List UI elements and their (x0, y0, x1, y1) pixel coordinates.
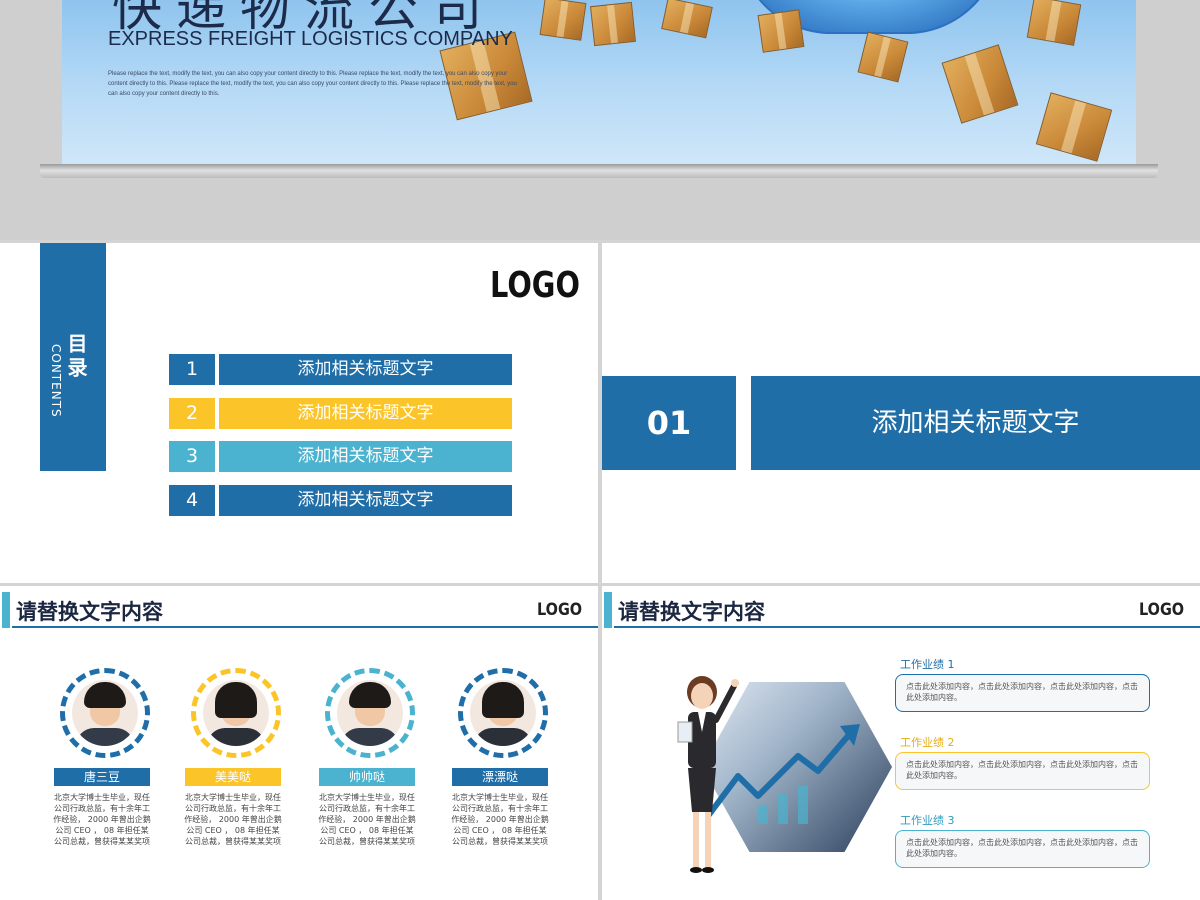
performance-label: 工作业绩 3 (900, 814, 955, 827)
package-box-graphic (1035, 92, 1113, 162)
banner-base-shadow (40, 164, 1158, 178)
banner-image: 快递物流公司 EXPRESS FREIGHT LOGISTICS COMPANY… (62, 0, 1136, 164)
member-description: 北京大学博士生毕业，现任公司行政总监，有十余年工作经验， 2000 年曾出企鹅公… (53, 793, 151, 846)
contents-slide: 目录 CONTENTS LOGO 1 添加相关标题文字 2 添加相关标题文字 3… (0, 243, 598, 583)
avatar (470, 680, 536, 746)
performance-textbox[interactable]: 点击此处添加内容，点击此处添加内容，点击此处添加内容，点击此处添加内容。 (895, 674, 1150, 712)
section-slide: 01 添加相关标题文字 (602, 243, 1200, 583)
logo: LOGO (1138, 600, 1184, 620)
slide-title: 请替换文字内容 (618, 600, 765, 624)
package-box-graphic (590, 1, 636, 47)
section-title: 添加相关标题文字 (751, 376, 1200, 470)
toc-item[interactable]: 添加相关标题文字 (219, 441, 512, 472)
package-box-graphic (1026, 0, 1082, 46)
section-number: 01 (602, 376, 736, 470)
package-box-graphic (661, 0, 713, 39)
performance-textbox[interactable]: 点击此处添加内容，点击此处添加内容，点击此处添加内容，点击此处添加内容。 (895, 830, 1150, 868)
logo: LOGO (490, 265, 580, 306)
performance-textbox[interactable]: 点击此处添加内容，点击此处添加内容，点击此处添加内容，点击此处添加内容。 (895, 752, 1150, 790)
toc-item[interactable]: 添加相关标题文字 (219, 354, 512, 385)
toc-item[interactable]: 添加相关标题文字 (219, 398, 512, 429)
package-box-graphic (941, 44, 1019, 124)
banner-subtitle: EXPRESS FREIGHT LOGISTICS COMPANY (108, 28, 513, 50)
performance-slide: 请替换文字内容 LOGO 工作业绩 1 点击此处添加内容，点击此处添加内容，点击… (602, 586, 1200, 900)
performance-label: 工作业绩 1 (900, 658, 955, 671)
avatar (337, 680, 403, 746)
package-box-graphic (857, 31, 909, 83)
header-accent (2, 592, 10, 628)
banner-description: Please replace the text, modify the text… (108, 71, 517, 97)
member-name: 美美哒 (185, 768, 281, 786)
member-name: 唐三豆 (54, 768, 150, 786)
logo: LOGO (536, 600, 582, 620)
member-description: 北京大学博士生毕业，现任公司行政总监，有十余年工作经验， 2000 年曾出企鹅公… (451, 793, 549, 846)
member-description: 北京大学博士生毕业，现任公司行政总监，有十余年工作经验， 2000 年曾出企鹅公… (184, 793, 282, 846)
avatar (203, 680, 269, 746)
slide-title: 请替换文字内容 (16, 600, 163, 624)
businesswoman-illustration (677, 676, 739, 873)
member-name: 漂漂哒 (452, 768, 548, 786)
banner-slide: 快递物流公司 EXPRESS FREIGHT LOGISTICS COMPANY… (0, 0, 1200, 240)
toc-number: 2 (169, 398, 215, 429)
member-description: 北京大学博士生毕业，现任公司行政总监，有十余年工作经验， 2000 年曾出企鹅公… (318, 793, 416, 846)
header-divider (12, 626, 598, 628)
package-box-graphic (539, 0, 587, 41)
avatar (72, 680, 138, 746)
header-divider (614, 626, 1200, 628)
header-accent (604, 592, 612, 628)
performance-label: 工作业绩 2 (900, 736, 955, 749)
contents-title-en: CONTENTS (49, 344, 63, 418)
package-box-graphic (757, 9, 805, 53)
toc-number: 3 (169, 441, 215, 472)
team-slide: 请替换文字内容 LOGO 唐三豆 北京大学博士生毕业，现任公司行政总监，有十余年… (0, 586, 598, 900)
member-name: 帅帅哒 (319, 768, 415, 786)
toc-number: 4 (169, 485, 215, 516)
contents-title-cn: 目录 (64, 333, 88, 381)
toc-number: 1 (169, 354, 215, 385)
toc-item[interactable]: 添加相关标题文字 (219, 485, 512, 516)
